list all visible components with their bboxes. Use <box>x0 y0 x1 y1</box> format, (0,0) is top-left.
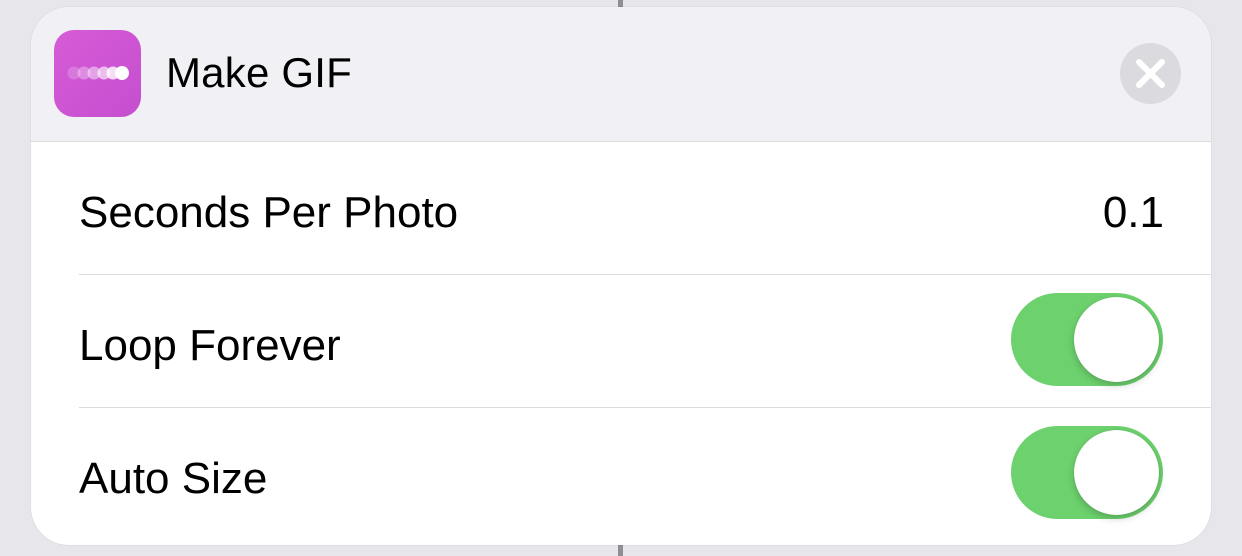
seconds-per-photo-value[interactable]: 0.1 <box>1103 188 1164 238</box>
action-title: Make GIF <box>166 49 352 96</box>
param-row-seconds-per-photo: Seconds Per Photo 0.1 <box>31 142 1211 274</box>
auto-size-toggle[interactable] <box>1011 426 1163 519</box>
param-row-auto-size: Auto Size <box>31 408 1211 540</box>
action-card: Make GIF Seconds Per Photo 0.1 Loop Fore… <box>31 7 1211 545</box>
param-row-loop-forever: Loop Forever <box>31 275 1211 407</box>
close-icon <box>1136 59 1165 88</box>
toggle-knob <box>1074 430 1159 515</box>
gif-dots-icon <box>54 30 141 117</box>
action-header: Make GIF <box>31 7 1211 142</box>
param-label: Auto Size <box>79 454 268 503</box>
param-label: Seconds Per Photo <box>79 188 459 237</box>
toggle-knob <box>1074 297 1159 382</box>
close-button[interactable] <box>1120 43 1181 104</box>
param-label: Loop Forever <box>79 321 341 370</box>
flow-connector-bottom <box>618 545 623 556</box>
loop-forever-toggle[interactable] <box>1011 293 1163 386</box>
